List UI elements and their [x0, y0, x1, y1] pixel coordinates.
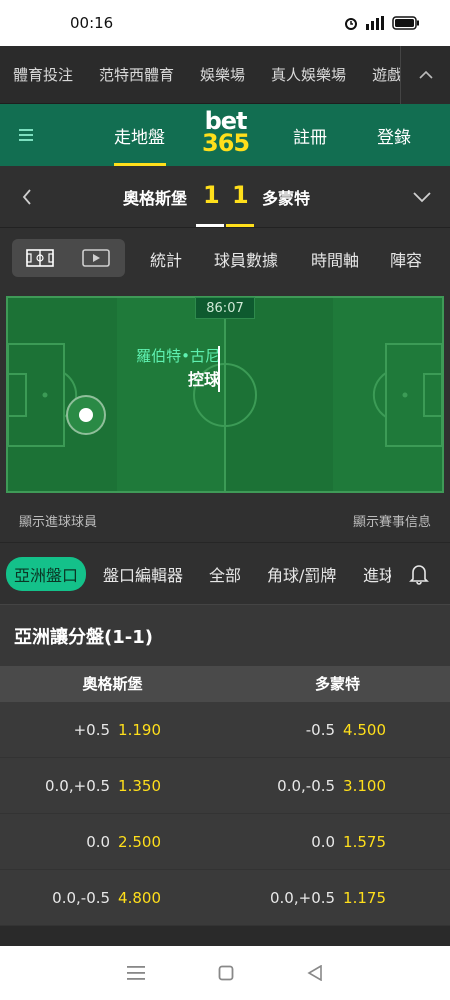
market-tab-asian[interactable]: 亞洲盤口 — [6, 557, 87, 591]
pitch-view-button[interactable] — [12, 239, 68, 277]
back-icon[interactable] — [307, 965, 323, 981]
market-title[interactable]: 亞洲讓分盤(1-1) — [0, 604, 450, 666]
sports-nav-casino[interactable]: 娛樂場 — [187, 64, 258, 85]
alarm-icon — [345, 18, 357, 30]
odds-row: 0.0,-0.5 4.800 0.0,+0.5 1.175 — [0, 870, 450, 926]
pitch-lines — [8, 298, 442, 491]
away-column-header: 多蒙特 — [314, 675, 360, 693]
tab-timeline[interactable]: 時間軸 — [311, 247, 359, 271]
menu-button[interactable] — [0, 129, 52, 141]
odds-row: +0.5 1.190 -0.5 4.500 — [0, 702, 450, 758]
event-player: 羅伯特•古尼 — [136, 347, 220, 365]
tab-lineup[interactable]: 陣容 — [390, 247, 422, 271]
view-toggle — [12, 239, 125, 277]
away-odds-button[interactable]: 0.0,-0.5 3.100 — [225, 758, 450, 813]
home-score-underline — [196, 224, 224, 227]
bell-icon[interactable] — [409, 563, 429, 585]
sports-nav-fantasy[interactable]: 范特西體育 — [86, 64, 187, 85]
home-odds-button[interactable]: 0.0,-0.5 4.800 — [0, 870, 225, 925]
collapse-nav-button[interactable] — [400, 46, 450, 104]
pitch-area: 羅伯特•古尼 控球 86:07 — [0, 296, 450, 498]
hamburger-icon — [19, 129, 33, 141]
away-score: 1 — [232, 181, 249, 209]
market-tabs: 亞洲盤口 盤口編輯器 全部 角球/罰牌 進球 — [0, 542, 450, 604]
sports-nav-sports[interactable]: 體育投注 — [0, 64, 86, 85]
chevron-down-icon[interactable] — [413, 192, 431, 203]
site-header: 走地盤 bet 365 註冊 登錄 — [0, 104, 450, 166]
sports-nav-games[interactable]: 遊戲 — [359, 64, 400, 85]
match-tabs: 統計 球員數據 時間軸 陣容 — [0, 228, 450, 296]
market-tab-goals[interactable]: 進球 — [363, 562, 391, 586]
tab-stats[interactable]: 統計 — [150, 247, 182, 271]
home-odds-button[interactable]: 0.0 2.500 — [0, 814, 225, 869]
status-time: 00:16 — [70, 14, 114, 32]
sports-nav-live-casino[interactable]: 真人娛樂場 — [258, 64, 359, 85]
away-odds-button[interactable]: 0.0,+0.5 1.175 — [225, 870, 450, 925]
home-score: 1 — [203, 181, 220, 209]
pitch-icon — [26, 249, 54, 267]
login-link[interactable]: 登錄 — [377, 104, 411, 166]
video-view-button[interactable] — [68, 239, 124, 277]
tab-player-data[interactable]: 球員數據 — [214, 247, 278, 271]
bet365-logo[interactable]: bet 365 — [202, 109, 250, 155]
home-column-header: 奧格斯堡 — [82, 675, 143, 693]
market-tab-editor[interactable]: 盤口編輯器 — [103, 562, 183, 586]
market-tab-corners[interactable]: 角球/罰牌 — [267, 562, 336, 586]
home-icon[interactable] — [218, 965, 234, 981]
home-odds-button[interactable]: 0.0,+0.5 1.350 — [0, 758, 225, 813]
register-link[interactable]: 註冊 — [293, 104, 327, 166]
pitch-graphic: 羅伯特•古尼 控球 — [6, 296, 444, 493]
home-team-name: 奧格斯堡 — [123, 189, 188, 208]
odds-row: 0.0,+0.5 1.350 0.0,-0.5 3.100 — [0, 758, 450, 814]
status-bar: 00:16 — [0, 0, 450, 46]
event-label: 羅伯特•古尼 控球 — [112, 344, 220, 392]
video-icon — [82, 249, 110, 267]
show-match-info-link[interactable]: 顯示賽事信息 — [353, 511, 431, 530]
odds-row: 0.0 2.500 0.0 1.575 — [0, 814, 450, 870]
event-line — [218, 346, 220, 392]
away-team-name: 多蒙特 — [262, 189, 311, 208]
home-odds-button[interactable]: +0.5 1.190 — [0, 702, 225, 757]
away-score-underline — [226, 224, 254, 227]
show-scorers-link[interactable]: 顯示進球球員 — [19, 511, 97, 530]
sports-nav: 體育投注 范特西體育 娛樂場 真人娛樂場 遊戲 — [0, 46, 450, 104]
chevron-left-icon[interactable] — [22, 189, 32, 205]
ball-marker — [66, 395, 106, 435]
event-type: 控球 — [187, 370, 220, 389]
recents-icon[interactable] — [126, 965, 145, 981]
away-odds-button[interactable]: 0.0 1.575 — [225, 814, 450, 869]
match-clock: 86:07 — [195, 297, 255, 319]
info-row: 顯示進球球員 顯示賽事信息 — [0, 498, 450, 542]
chevron-up-icon — [418, 70, 433, 79]
system-nav-bar — [0, 946, 450, 1000]
market-tab-all[interactable]: 全部 — [209, 562, 241, 586]
battery-icon — [392, 16, 419, 30]
signal-icon — [366, 16, 384, 30]
in-play-link[interactable]: 走地盤 — [114, 104, 165, 166]
ball-icon — [79, 408, 93, 422]
market-column-headers: 奧格斯堡 多蒙特 — [0, 666, 450, 702]
score-bar: 奧格斯堡 1 1 多蒙特 — [0, 166, 450, 228]
away-odds-button[interactable]: -0.5 4.500 — [225, 702, 450, 757]
